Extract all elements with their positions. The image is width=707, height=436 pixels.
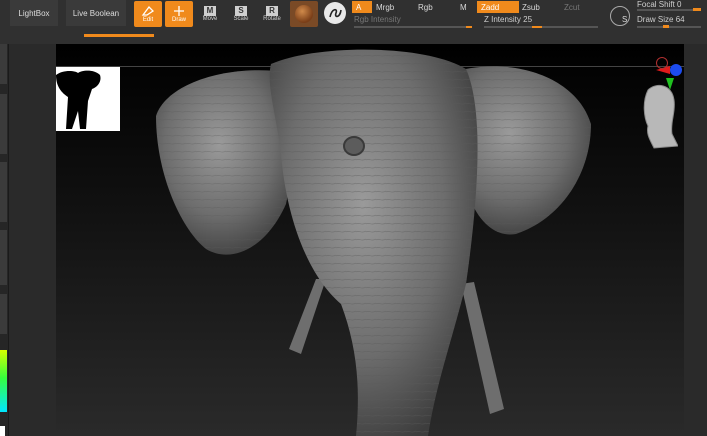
live-boolean-button[interactable]: Live Boolean [66,0,126,26]
draw-size-fill [663,25,669,28]
edit-label: Edit [142,17,154,23]
rgb-intensity-slider[interactable]: Rgb Intensity [354,15,474,31]
mode-mrgb-button[interactable]: Mrgb [372,1,414,13]
move-button[interactable]: M Move [196,1,224,27]
z-intensity-value: 25 [523,15,533,24]
mode-zcut-button[interactable]: Zcut [560,1,602,13]
mode-rgb-button[interactable]: Rgb [414,1,456,13]
stroke-button[interactable] [324,2,346,24]
focal-shift-track [637,9,701,11]
rgb-intensity-fill [466,26,472,28]
move-label: Move [202,16,218,22]
rotate-icon: R [266,6,278,16]
right-tusk [461,282,504,414]
left-tusk [289,279,326,354]
rgb-intensity-track [354,26,472,28]
z-intensity-label: Z Intensity [484,15,521,24]
z-intensity-fill [532,26,542,28]
mode-zadd-button[interactable]: Zadd [477,1,519,13]
draw-label: Draw [171,17,186,23]
draw-size-value: 64 [675,15,685,24]
mode-zsub-button[interactable]: Zsub [518,1,560,13]
tray-button[interactable] [0,162,7,222]
mode-a-button[interactable]: A [352,1,372,13]
z-intensity-slider[interactable]: Z Intensity 25 [484,15,600,31]
lazy-mouse-button[interactable]: S [610,6,630,26]
tray-button[interactable] [0,44,7,84]
pivot-target-icon [656,57,668,69]
active-tab-indicator [84,34,154,37]
lightbox-button[interactable]: LightBox [10,0,58,26]
focal-shift-slider[interactable]: Focal Shift 0 [637,0,703,14]
top-toolbar: LightBox Live Boolean Edit Draw M Move S… [0,0,707,44]
main-color-swatch[interactable] [0,426,5,436]
focal-shift-label: Focal Shift [637,0,675,9]
color-picker[interactable] [0,350,7,412]
material-sphere-icon [295,5,313,23]
scale-icon: S [235,6,247,16]
tray-button[interactable] [0,294,7,334]
focal-shift-value: 0 [677,0,682,9]
edit-button[interactable]: Edit [134,1,162,27]
rgb-intensity-label: Rgb Intensity [354,15,401,24]
eye [343,136,365,156]
move-icon: M [204,6,216,16]
draw-button[interactable]: Draw [165,1,193,27]
scale-button[interactable]: S Scale [227,1,255,27]
rotate-button[interactable]: R Rotate [258,1,286,27]
edit-icon [141,6,155,16]
scale-label: Scale [233,16,249,22]
tray-button[interactable] [0,94,7,154]
document-canvas[interactable] [56,44,684,436]
rotate-label: Rotate [263,16,281,22]
lazy-mouse-icon: S [622,15,628,24]
draw-size-label: Draw Size [637,15,674,24]
tray-button[interactable] [0,230,7,285]
elephant-sculpt [156,49,591,436]
material-button[interactable] [290,1,318,27]
draw-icon [174,6,184,16]
focal-shift-fill [693,8,701,11]
stroke-icon [329,8,342,18]
draw-size-track [637,26,701,28]
mode-m-button[interactable]: M [456,1,476,13]
draw-size-slider[interactable]: Draw Size 64 [637,15,703,29]
